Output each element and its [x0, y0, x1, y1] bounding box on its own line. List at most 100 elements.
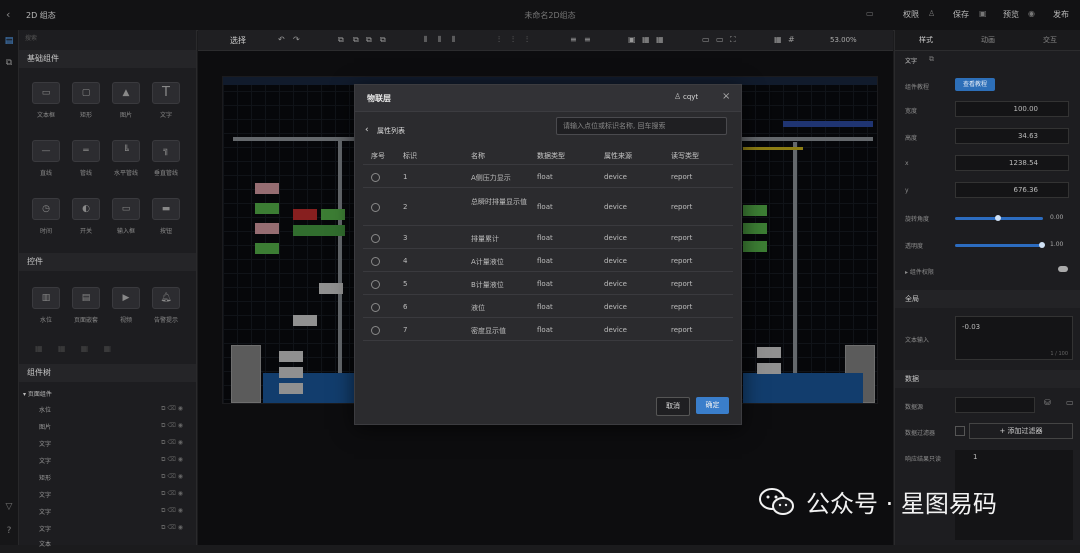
- component-pipe[interactable]: ═ 管线: [68, 140, 104, 177]
- screen-icon[interactable]: ▭: [866, 9, 874, 18]
- tree-item[interactable]: 矩形 ⧉ ⌫ ◉: [39, 473, 189, 487]
- table-layout-icon[interactable]: ▦: [656, 35, 664, 44]
- align-middle-icon[interactable]: ⫶: [512, 35, 514, 45]
- row-radio[interactable]: [371, 234, 380, 243]
- row-radio[interactable]: [371, 280, 380, 289]
- tab-style[interactable]: 样式: [895, 35, 957, 45]
- save-button[interactable]: 保存: [953, 9, 969, 20]
- distribute-v-icon[interactable]: ≡: [584, 35, 591, 44]
- basic-components-header[interactable]: 基础组件: [19, 50, 196, 68]
- group-icon[interactable]: ⧉: [366, 35, 372, 45]
- tree-actions-icon[interactable]: ⧉ ⌫ ◉: [161, 507, 183, 515]
- layout-icon[interactable]: ▣: [628, 35, 636, 44]
- copy-icon[interactable]: ⧉: [929, 55, 934, 64]
- tree-item[interactable]: 文字 ⧉ ⌫ ◉: [39, 439, 189, 453]
- zoom-level[interactable]: 53.00%: [830, 36, 857, 44]
- datasource-select[interactable]: [955, 397, 1035, 413]
- ungroup-icon[interactable]: ⧉: [380, 35, 386, 45]
- add-filter-button[interactable]: + 添加过滤器: [969, 423, 1073, 439]
- table-row[interactable]: 4 A计量液位 float device report: [363, 249, 733, 272]
- tree-actions-icon[interactable]: ⧉ ⌫ ◉: [161, 439, 183, 447]
- fit-icon[interactable]: ⛶: [730, 35, 736, 45]
- redo-icon[interactable]: ↷: [293, 35, 300, 44]
- x-field[interactable]: 1238.54: [955, 155, 1069, 171]
- help-icon[interactable]: ?: [3, 526, 15, 538]
- publish-button[interactable]: 发布: [1053, 9, 1069, 20]
- back-chevron-icon[interactable]: ‹: [365, 125, 369, 135]
- grid-layout-icon[interactable]: ▦: [642, 35, 650, 44]
- permission-button[interactable]: 权限: [903, 9, 919, 20]
- permission-toggle[interactable]: ▸ 组件权限: [905, 267, 934, 276]
- tab-animation[interactable]: 动画: [957, 35, 1019, 45]
- opacity-slider[interactable]: [955, 242, 1045, 248]
- table-row[interactable]: 7 密度显示值 float device report: [363, 318, 733, 341]
- filter-checkbox[interactable]: [955, 426, 965, 436]
- tree-actions-icon[interactable]: ⧉ ⌫ ◉: [161, 473, 183, 481]
- align-center-icon[interactable]: ⫴: [438, 35, 441, 45]
- tree-item[interactable]: 水位 ⧉ ⌫ ◉: [39, 405, 189, 419]
- layers-icon[interactable]: ⧉: [3, 58, 15, 70]
- copy-icon[interactable]: ⧉: [338, 35, 344, 45]
- layer-up-icon[interactable]: ▭: [702, 35, 710, 44]
- filter-icon[interactable]: ▽: [3, 502, 15, 514]
- component-text-box[interactable]: ▭ 文本框: [28, 82, 64, 119]
- tree-actions-icon[interactable]: ⧉ ⌫ ◉: [161, 524, 183, 532]
- tree-root[interactable]: ▾ 页面组件: [23, 389, 173, 403]
- close-icon[interactable]: ×: [722, 91, 730, 102]
- align-right-icon[interactable]: ⫴: [452, 35, 455, 45]
- component-text[interactable]: T 文字: [148, 82, 184, 119]
- tree-item[interactable]: 文字 ⧉ ⌫ ◉: [39, 507, 189, 521]
- component-input[interactable]: ▭ 输入框: [108, 198, 144, 235]
- align-bottom-icon[interactable]: ⫶: [526, 35, 528, 45]
- hash-grid-icon[interactable]: #: [788, 35, 795, 44]
- row-radio[interactable]: [371, 326, 380, 335]
- component-horizontal-pipe[interactable]: ╚ 水平管线: [108, 140, 144, 177]
- tree-item[interactable]: 图片 ⧉ ⌫ ◉: [39, 422, 189, 436]
- permission-switch[interactable]: [1058, 266, 1068, 272]
- component-alarm[interactable]: 🔔︎ 告警提示: [148, 287, 184, 324]
- components-icon[interactable]: ▤: [3, 36, 15, 48]
- table-row[interactable]: 2 总瞬时排量显示值 float device report: [363, 188, 733, 226]
- global-section-header[interactable]: 全局: [895, 290, 1080, 308]
- database-icon[interactable]: ⛁: [1044, 398, 1051, 407]
- align-left-icon[interactable]: ⫴: [424, 35, 427, 45]
- controls-header[interactable]: 控件: [19, 253, 196, 271]
- tree-item[interactable]: 文字 ⧉ ⌫ ◉: [39, 456, 189, 470]
- monitor-icon[interactable]: ▭: [1066, 398, 1074, 407]
- tab-interaction[interactable]: 交互: [1019, 35, 1080, 45]
- text-input-area[interactable]: -0.03 1 / 100: [955, 316, 1073, 360]
- component-switch[interactable]: ◐ 开关: [68, 198, 104, 235]
- undo-icon[interactable]: ↶: [278, 35, 285, 44]
- cancel-button[interactable]: 取消: [656, 397, 690, 416]
- select-tool[interactable]: 选择: [230, 35, 246, 46]
- back-arrow-icon[interactable]: ‹: [6, 8, 10, 21]
- slider-knob[interactable]: [1039, 242, 1045, 248]
- component-rectangle[interactable]: ▢ 矩形: [68, 82, 104, 119]
- component-button[interactable]: ▬ 按钮: [148, 198, 184, 235]
- row-radio[interactable]: [371, 257, 380, 266]
- y-field[interactable]: 676.36: [955, 182, 1069, 198]
- distribute-icon[interactable]: ≡: [570, 35, 577, 44]
- row-radio[interactable]: [371, 173, 380, 182]
- component-time[interactable]: ◷ 时间: [28, 198, 64, 235]
- tree-item[interactable]: 文字 ⧉ ⌫ ◉: [39, 490, 189, 504]
- tree-actions-icon[interactable]: ⧉ ⌫ ◉: [161, 405, 183, 413]
- component-line[interactable]: — 直线: [28, 140, 64, 177]
- preview-button[interactable]: 预览: [1003, 9, 1019, 20]
- tree-actions-icon[interactable]: ⧉ ⌫ ◉: [161, 490, 183, 498]
- component-search-input[interactable]: 搜索: [25, 33, 189, 45]
- height-field[interactable]: 34.63: [955, 128, 1069, 144]
- component-water-level[interactable]: ▥ 水位: [28, 287, 64, 324]
- attribute-search-input[interactable]: 请输入点位或标识名称, 回车搜索: [556, 117, 727, 135]
- tree-item[interactable]: 文字 ⧉ ⌫ ◉: [39, 524, 189, 538]
- tree-actions-icon[interactable]: ⧉ ⌫ ◉: [161, 422, 183, 430]
- confirm-button[interactable]: 确定: [696, 397, 729, 414]
- data-section-header[interactable]: 数据: [895, 370, 1080, 388]
- width-field[interactable]: 100.00: [955, 101, 1069, 117]
- row-radio[interactable]: [371, 303, 380, 312]
- table-row[interactable]: 5 B计量液位 float device report: [363, 272, 733, 295]
- table-row[interactable]: 3 排量累计 float device report: [363, 226, 733, 249]
- rotation-slider[interactable]: [955, 215, 1043, 221]
- align-top-icon[interactable]: ⫶: [498, 35, 500, 45]
- component-tree-header[interactable]: 组件树: [19, 364, 196, 382]
